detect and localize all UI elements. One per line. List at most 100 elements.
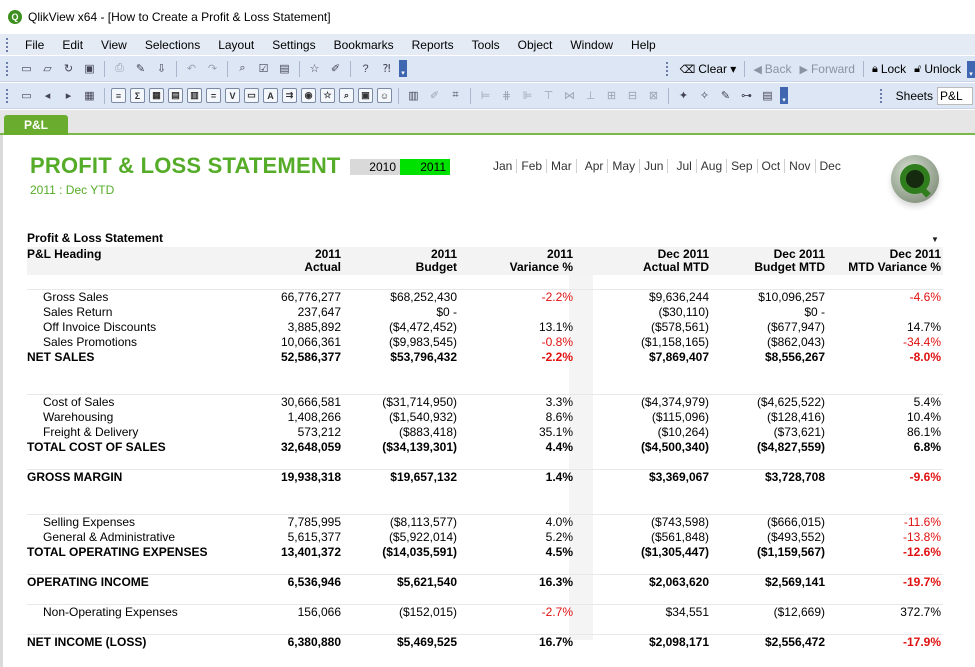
align-left-icon[interactable]: ⊨ xyxy=(477,87,494,104)
header-budget[interactable]: 2011 Budget xyxy=(345,248,457,276)
header-variance[interactable]: 2011 Variance % xyxy=(461,248,573,276)
header-budget-mtd[interactable]: Dec 2011 Budget MTD xyxy=(713,248,825,276)
menu-object[interactable]: Object xyxy=(509,38,562,52)
expression-overview-icon[interactable]: ▤ xyxy=(759,87,776,104)
tab-pl[interactable]: P&L xyxy=(4,115,68,135)
add-sheet-icon[interactable]: ▭ xyxy=(18,87,35,104)
menu-reports[interactable]: Reports xyxy=(403,38,463,52)
menu-bookmarks[interactable]: Bookmarks xyxy=(325,38,403,52)
menu-window[interactable]: Window xyxy=(561,38,622,52)
header-mtd-variance[interactable]: Dec 2011 MTD Variance % xyxy=(829,248,941,276)
menu-selections[interactable]: Selections xyxy=(136,38,209,52)
context-help-icon[interactable]: ⁈ xyxy=(378,60,395,77)
new-chart-icon[interactable]: ▥ xyxy=(405,87,422,104)
back-button[interactable]: ◀ Back xyxy=(749,62,795,76)
menu-grip-icon[interactable] xyxy=(6,37,10,52)
header-actual[interactable]: 2011 Actual xyxy=(257,248,341,276)
chart-wizard-icon[interactable]: ▤ xyxy=(276,60,293,77)
menu-tools[interactable]: Tools xyxy=(463,38,509,52)
toolbar-grip-icon[interactable] xyxy=(6,88,10,103)
reload-icon[interactable]: ⇩ xyxy=(153,60,170,77)
month-dec[interactable]: Dec xyxy=(816,159,845,173)
toolbar-overflow-icon[interactable]: ▾ xyxy=(780,87,788,104)
search-object-icon[interactable]: ⌕ xyxy=(339,88,354,103)
input-box-icon[interactable]: = xyxy=(206,88,221,103)
help-icon[interactable]: ? xyxy=(357,60,374,77)
print-icon[interactable]: ⎙ xyxy=(111,60,128,77)
align-bottom-icon[interactable]: ⊥ xyxy=(582,87,599,104)
month-mar[interactable]: Mar xyxy=(547,159,577,173)
table-viewer-icon[interactable]: ⊶ xyxy=(738,87,755,104)
month-jul[interactable]: Jul xyxy=(672,159,697,173)
edit-script-icon[interactable]: ✎ xyxy=(132,60,149,77)
extension-object-icon[interactable]: ☺ xyxy=(377,88,392,103)
edit-module-icon[interactable]: ✎ xyxy=(717,87,734,104)
unlock-button[interactable]: 🔓︎ Unlock xyxy=(910,62,965,76)
table-box-icon[interactable]: ▦ xyxy=(149,88,164,103)
document-properties-icon[interactable]: ✦ xyxy=(675,87,692,104)
month-sep[interactable]: Sep xyxy=(727,159,758,173)
menu-settings[interactable]: Settings xyxy=(263,38,324,52)
statistics-box-icon[interactable]: Σ xyxy=(130,88,145,103)
edit-object-icon[interactable]: ✐ xyxy=(327,60,344,77)
menu-file[interactable]: File xyxy=(16,38,53,52)
redo-icon[interactable]: ↷ xyxy=(204,60,221,77)
checkbox-icon[interactable]: ☑ xyxy=(255,60,272,77)
new-document-icon[interactable]: ▭ xyxy=(18,60,35,77)
month-feb[interactable]: Feb xyxy=(517,159,548,173)
year-2010[interactable]: 2010 xyxy=(350,159,400,175)
promote-sheet-icon[interactable]: ◂ xyxy=(39,87,56,104)
bookmark-object-icon[interactable]: ☆ xyxy=(320,88,335,103)
align-middle-icon[interactable]: ⋈ xyxy=(561,87,578,104)
month-may[interactable]: May xyxy=(608,159,641,173)
month-jan[interactable]: Jan xyxy=(489,159,518,173)
current-selections-icon[interactable]: V xyxy=(225,88,240,103)
container-icon[interactable]: ▣ xyxy=(358,88,373,103)
month-nov[interactable]: Nov xyxy=(785,159,816,173)
toolbar-overflow-icon[interactable]: ▾ xyxy=(967,60,975,78)
clear-button[interactable]: ⌫ Clear ▾ xyxy=(676,62,741,76)
month-apr[interactable]: Apr xyxy=(581,159,609,173)
format-painter-icon[interactable]: ✐ xyxy=(426,87,443,104)
demote-sheet-icon[interactable]: ▸ xyxy=(60,87,77,104)
lock-button[interactable]: 🔒︎ Lock xyxy=(868,62,910,76)
open-folder-icon[interactable]: ▱ xyxy=(39,60,56,77)
menu-view[interactable]: View xyxy=(92,38,136,52)
forward-button[interactable]: ▶ Forward xyxy=(795,62,858,76)
bookmark-star-icon[interactable]: ☆ xyxy=(306,60,323,77)
year-2011[interactable]: 2011 xyxy=(400,159,450,175)
space-vertical-icon[interactable]: ⊟ xyxy=(624,87,641,104)
text-object-icon[interactable]: A xyxy=(263,88,278,103)
header-pl-heading[interactable]: P&L Heading xyxy=(27,248,257,276)
menu-layout[interactable]: Layout xyxy=(209,38,263,52)
align-center-icon[interactable]: ⋕ xyxy=(498,87,515,104)
month-aug[interactable]: Aug xyxy=(697,159,728,173)
month-jun[interactable]: Jun xyxy=(640,159,669,173)
sheet-properties-icon[interactable]: ▦ xyxy=(81,87,98,104)
month-oct[interactable]: Oct xyxy=(758,159,786,173)
multi-box-icon[interactable]: ▤ xyxy=(168,88,183,103)
undo-icon[interactable]: ↶ xyxy=(183,60,200,77)
toolbar-grip-icon[interactable] xyxy=(665,62,670,76)
search-icon[interactable]: ⌕ xyxy=(234,60,251,77)
align-top-icon[interactable]: ⊤ xyxy=(540,87,557,104)
save-icon[interactable]: ▣ xyxy=(81,60,98,77)
toolbar-grip-icon[interactable] xyxy=(6,61,10,76)
button-object-icon[interactable]: ▭ xyxy=(244,88,259,103)
sheet-object-properties-icon[interactable]: ✧ xyxy=(696,87,713,104)
grid-icon[interactable]: ⌗ xyxy=(447,87,464,104)
toolbar-overflow-icon[interactable]: ▾ xyxy=(399,60,407,77)
refresh-icon[interactable]: ↻ xyxy=(60,60,77,77)
toolbar-grip-icon[interactable] xyxy=(879,89,884,103)
menu-edit[interactable]: Edit xyxy=(53,38,92,52)
align-right-icon[interactable]: ⊫ xyxy=(519,87,536,104)
menu-help[interactable]: Help xyxy=(622,38,665,52)
space-horizontal-icon[interactable]: ⊞ xyxy=(603,87,620,104)
list-box-icon[interactable]: ≡ xyxy=(111,88,126,103)
distribute-icon[interactable]: ⊠ xyxy=(645,87,662,104)
slider-icon[interactable]: ◉ xyxy=(301,88,316,103)
table-menu-icon[interactable]: ▼ xyxy=(931,235,939,244)
chart-icon[interactable]: ▥ xyxy=(187,88,202,103)
line-arrow-icon[interactable]: ⇉ xyxy=(282,88,297,103)
header-actual-mtd[interactable]: Dec 2011 Actual MTD xyxy=(587,248,709,276)
